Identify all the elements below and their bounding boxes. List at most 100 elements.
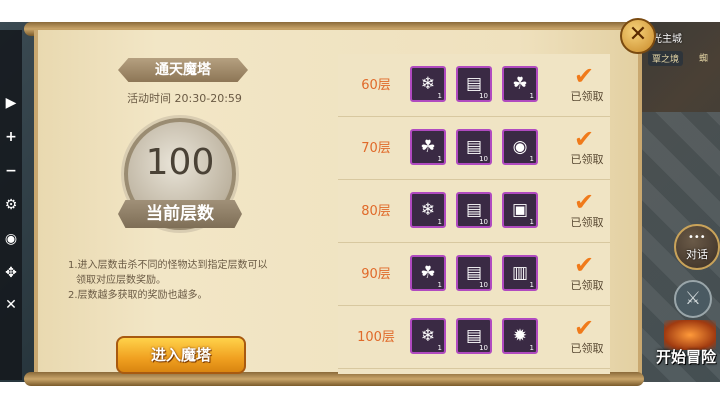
gear-icon[interactable]: ⚙ bbox=[0, 196, 22, 214]
close-icon: ✕ bbox=[628, 22, 648, 47]
item-glyph: ▤ bbox=[465, 137, 483, 157]
item-glyph: ✹ bbox=[512, 326, 528, 346]
area-label: 覃之境 bbox=[648, 51, 684, 66]
red-book-icon[interactable]: ▤ 10 bbox=[456, 255, 492, 291]
floor-tag: 70层 bbox=[344, 133, 408, 157]
check-icon: ✔ bbox=[574, 188, 595, 216]
zoom-out-icon[interactable]: − bbox=[0, 162, 22, 180]
eye-icon[interactable]: ◉ bbox=[0, 230, 22, 248]
item-glyph: ▤ bbox=[465, 263, 483, 283]
chat-bubble-icon: ••• bbox=[688, 232, 706, 243]
red-book-icon[interactable]: ▤ 10 bbox=[456, 318, 492, 354]
activity-time: 活动时间 20:30-20:59 bbox=[127, 92, 242, 105]
claimed-badge: ✔ 已领取 bbox=[564, 251, 610, 297]
current-floor-label: 当前层数 bbox=[118, 200, 242, 228]
area-label-secondary: 蜘 bbox=[699, 54, 709, 64]
item-count: 1 bbox=[437, 344, 442, 352]
check-icon: ✔ bbox=[574, 314, 595, 342]
floor-tag: 80层 bbox=[344, 196, 408, 220]
city-label: 光主城 bbox=[652, 34, 682, 45]
blue-scroll-icon[interactable]: ▣ 1 bbox=[502, 192, 538, 228]
floor-tag: 100层 bbox=[344, 322, 408, 346]
sword-icon: ⚔ bbox=[674, 280, 712, 318]
claimed-text: 已领取 bbox=[570, 90, 604, 103]
item-glyph: ❄ bbox=[420, 74, 436, 94]
orange-tome-icon[interactable]: ▥ 1 bbox=[502, 255, 538, 291]
rule-line: 2.层数越多获取的奖励也越多。 bbox=[68, 290, 208, 301]
blue-crystal-icon[interactable]: ❄ 1 bbox=[410, 318, 446, 354]
item-count: 1 bbox=[529, 155, 534, 163]
move-icon[interactable]: ✥ bbox=[0, 264, 22, 282]
blue-crystal-icon[interactable]: ❄ 1 bbox=[410, 192, 446, 228]
current-floor-number: 100 bbox=[145, 142, 215, 183]
item-count: 1 bbox=[529, 281, 534, 289]
rules-text: 1.进入层数击杀不同的怪物达到指定层数可以 领取对应层数奖励。 2.层数越多获取… bbox=[68, 258, 303, 303]
zoom-in-icon[interactable]: + bbox=[0, 128, 22, 146]
item-glyph: ▤ bbox=[465, 74, 483, 94]
sprout-bag-icon[interactable]: ☘ 1 bbox=[410, 129, 446, 165]
start-adventure-button[interactable]: ⚔ 开始冒险 bbox=[656, 280, 720, 375]
claimed-text: 已领取 bbox=[570, 216, 604, 229]
red-book-icon[interactable]: ▤ 10 bbox=[456, 192, 492, 228]
fire-chest-icon[interactable]: ✹ 1 bbox=[502, 318, 538, 354]
floor-tag: 60层 bbox=[344, 70, 408, 94]
floor-tag: 90层 bbox=[344, 259, 408, 283]
rule-line: 1.进入层数击杀不同的怪物达到指定层数可以 bbox=[68, 260, 268, 271]
panel-title: 通天魔塔 bbox=[118, 58, 248, 82]
item-count: 1 bbox=[529, 218, 534, 226]
close-button[interactable]: ✕ bbox=[620, 18, 656, 54]
item-count: 10 bbox=[479, 344, 488, 352]
reward-row: 70层 ☘ 1 ▤ 10 ◉ 1 ✔ 已领取 bbox=[338, 117, 610, 180]
item-count: 1 bbox=[437, 155, 442, 163]
side-toolbar: ▶ + − ⚙ ◉ ✥ ✕ bbox=[0, 30, 22, 380]
item-count: 10 bbox=[479, 155, 488, 163]
item-glyph: ❄ bbox=[420, 200, 436, 220]
item-glyph: ☘ bbox=[420, 263, 436, 283]
item-glyph: ▥ bbox=[511, 263, 529, 283]
item-glyph: ▣ bbox=[511, 200, 529, 220]
item-glyph: ☘ bbox=[512, 74, 528, 94]
green-orb-icon[interactable]: ◉ 1 bbox=[502, 129, 538, 165]
claimed-badge: ✔ 已领取 bbox=[564, 62, 610, 108]
check-icon: ✔ bbox=[574, 125, 595, 153]
claimed-badge: ✔ 已领取 bbox=[564, 314, 610, 360]
red-book-icon[interactable]: ▤ 10 bbox=[456, 66, 492, 102]
item-count: 10 bbox=[479, 218, 488, 226]
item-count: 10 bbox=[479, 92, 488, 100]
blue-crystal-icon[interactable]: ❄ 1 bbox=[410, 66, 446, 102]
item-count: 1 bbox=[529, 92, 534, 100]
close-icon[interactable]: ✕ bbox=[0, 296, 22, 314]
item-count: 1 bbox=[529, 344, 534, 352]
reward-row: 90层 ☘ 1 ▤ 10 ▥ 1 ✔ 已领取 bbox=[338, 243, 610, 306]
item-glyph: ▤ bbox=[465, 326, 483, 346]
claimed-badge: ✔ 已领取 bbox=[564, 125, 610, 171]
item-count: 1 bbox=[437, 218, 442, 226]
sprout-bag-icon[interactable]: ☘ 1 bbox=[502, 66, 538, 102]
item-count: 10 bbox=[479, 281, 488, 289]
scroll-roll-bottom bbox=[24, 372, 644, 386]
reward-row: 100层 ❄ 1 ▤ 10 ✹ 1 ✔ 已领取 bbox=[338, 306, 610, 369]
item-glyph: ❄ bbox=[420, 326, 436, 346]
check-icon: ✔ bbox=[574, 62, 595, 90]
claimed-badge: ✔ 已领取 bbox=[564, 188, 610, 234]
rule-line: 领取对应层数奖励。 bbox=[76, 275, 166, 286]
reward-row: 80层 ❄ 1 ▤ 10 ▣ 1 ✔ 已领取 bbox=[338, 180, 610, 243]
claimed-text: 已领取 bbox=[570, 153, 604, 166]
chat-label: 对话 bbox=[686, 248, 708, 261]
play-icon[interactable]: ▶ bbox=[0, 94, 22, 112]
check-icon: ✔ bbox=[574, 251, 595, 279]
sprout-bag-icon[interactable]: ☘ 1 bbox=[410, 255, 446, 291]
adventure-label: 开始冒险 bbox=[656, 348, 717, 366]
claimed-text: 已领取 bbox=[570, 342, 604, 355]
claimed-text: 已领取 bbox=[570, 279, 604, 292]
reward-row: 60层 ❄ 1 ▤ 10 ☘ 1 ✔ 已领取 bbox=[338, 54, 610, 117]
item-glyph: ◉ bbox=[512, 137, 528, 157]
item-count: 1 bbox=[437, 92, 442, 100]
reward-list: 60层 ❄ 1 ▤ 10 ☘ 1 ✔ 已领取 70层 ☘ 1 ▤ 10 ◉ 1 ✔ 已领取 80… bbox=[338, 54, 610, 374]
enter-tower-button[interactable]: 进入魔塔 bbox=[116, 336, 246, 374]
red-book-icon[interactable]: ▤ 10 bbox=[456, 129, 492, 165]
item-glyph: ▤ bbox=[465, 200, 483, 220]
item-count: 1 bbox=[437, 281, 442, 289]
chat-button[interactable]: ••• 对话 bbox=[674, 224, 720, 270]
item-glyph: ☘ bbox=[420, 137, 436, 157]
